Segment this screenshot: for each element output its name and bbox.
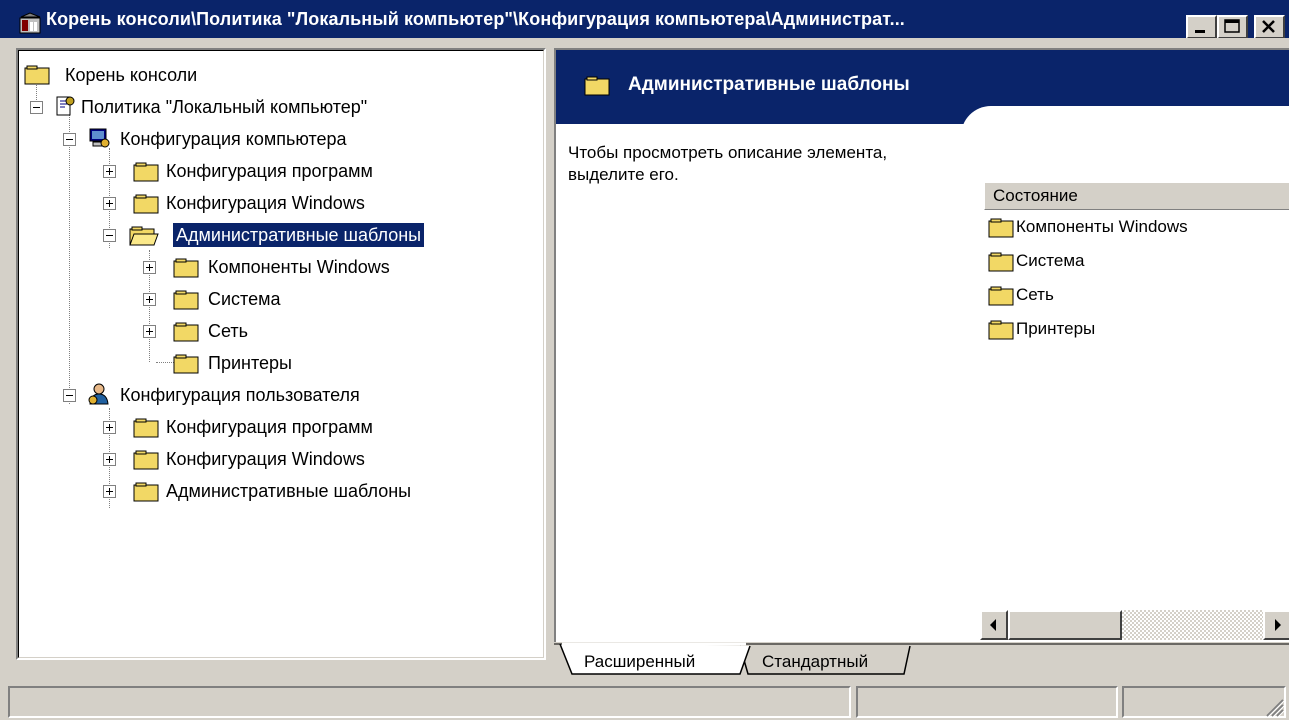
tree-node-label: Административные шаблоны (173, 223, 425, 247)
column-header-label: Состояние (993, 186, 1078, 205)
tree-line (69, 114, 71, 404)
tree-node-label: Конфигурация программ (166, 417, 373, 437)
folder-icon (988, 252, 1014, 272)
policy-scroll-icon (56, 96, 75, 116)
horizontal-scrollbar[interactable] (980, 610, 1289, 642)
collapse-toggle-icon[interactable] (63, 133, 76, 146)
expand-toggle-icon[interactable] (143, 293, 156, 306)
user-icon (88, 383, 109, 405)
expand-toggle-icon[interactable] (103, 165, 116, 178)
folder-icon (133, 162, 159, 182)
expand-toggle-icon[interactable] (103, 485, 116, 498)
scroll-left-button[interactable] (980, 610, 1008, 640)
tree-node-label: Корень консоли (65, 65, 198, 85)
status-panel-3 (1122, 686, 1286, 718)
mmc-app-icon[interactable] (18, 12, 44, 36)
folder-icon (133, 482, 159, 502)
collapse-toggle-icon[interactable] (103, 229, 116, 242)
tree-node-label: Конфигурация Windows (166, 449, 365, 469)
scroll-thumb[interactable] (1008, 610, 1122, 640)
folder-icon (173, 354, 199, 374)
description-text: Чтобы просмотреть описание элемента, выд… (568, 143, 888, 184)
tree-node-label: Конфигурация Windows (166, 193, 365, 213)
window-title: Корень консоли\Политика "Локальный компь… (46, 9, 905, 29)
tree-node-label: Административные шаблоны (166, 481, 412, 501)
folder-icon (133, 418, 159, 438)
folder-icon (584, 76, 610, 96)
maximize-icon (1224, 19, 1240, 33)
collapse-toggle-icon[interactable] (63, 389, 76, 402)
folder-icon (988, 218, 1014, 238)
tree-node-label: Сеть (208, 321, 249, 341)
title-bar[interactable]: Корень консоли\Политика "Локальный компь… (0, 0, 1289, 39)
tree-node-label: Конфигурация компьютера (120, 129, 347, 149)
open-folder-icon (129, 226, 159, 246)
folder-icon (173, 258, 199, 278)
expand-toggle-icon[interactable] (143, 325, 156, 338)
scroll-track[interactable] (1008, 610, 1263, 640)
folder-icon (133, 194, 159, 214)
close-button[interactable] (1254, 15, 1285, 39)
details-pane: Административные шаблоны Чтобы просмотре… (554, 48, 1289, 642)
list-item-label: Принтеры (1016, 319, 1096, 338)
tree-line (156, 362, 174, 364)
details-list[interactable]: Состояние Компоненты Windows Система Сет… (982, 130, 1289, 642)
expand-toggle-icon[interactable] (103, 453, 116, 466)
scroll-right-button[interactable] (1263, 610, 1289, 640)
view-tabs: Расширенный Стандартный (554, 642, 1289, 680)
folder-icon (133, 450, 159, 470)
folder-icon (24, 65, 50, 85)
expand-toggle-icon[interactable] (103, 421, 116, 434)
tree-node-label: Принтеры (208, 353, 292, 373)
minimize-icon (1195, 30, 1205, 33)
expand-toggle-icon[interactable] (103, 197, 116, 210)
close-icon (1262, 20, 1275, 33)
column-header-state[interactable]: Состояние (984, 182, 1289, 210)
list-item-label: Компоненты Windows (1016, 217, 1188, 236)
list-item-label: Сеть (1016, 285, 1054, 304)
folder-icon (988, 320, 1014, 340)
list-item-label: Система (1016, 251, 1085, 270)
tab-standard[interactable]: Стандартный (762, 652, 868, 672)
resize-grip-icon[interactable] (1263, 696, 1285, 718)
maximize-button[interactable] (1217, 15, 1248, 39)
console-tree[interactable]: Корень консоли Политика "Локальный компь… (16, 48, 546, 660)
status-panel-main (8, 686, 851, 718)
collapse-toggle-icon[interactable] (30, 101, 43, 114)
status-panel-2 (856, 686, 1118, 718)
tree-node-label: Компоненты Windows (208, 257, 390, 277)
expand-toggle-icon[interactable] (143, 261, 156, 274)
minimize-button[interactable] (1186, 15, 1217, 39)
folder-icon (173, 290, 199, 310)
details-header-title: Административные шаблоны (628, 74, 910, 95)
arrow-left-icon (990, 619, 996, 631)
arrow-right-icon (1275, 619, 1281, 631)
tree-node-label: Система (208, 289, 281, 309)
tree-node-label: Политика "Локальный компьютер" (81, 97, 368, 117)
folder-icon (173, 322, 199, 342)
tab-extended[interactable]: Расширенный (584, 652, 695, 672)
status-bar (0, 682, 1289, 720)
tree-node-label: Конфигурация пользователя (120, 385, 360, 405)
tree-node-label: Конфигурация программ (166, 161, 373, 181)
folder-icon (988, 286, 1014, 306)
computer-icon (89, 128, 110, 148)
